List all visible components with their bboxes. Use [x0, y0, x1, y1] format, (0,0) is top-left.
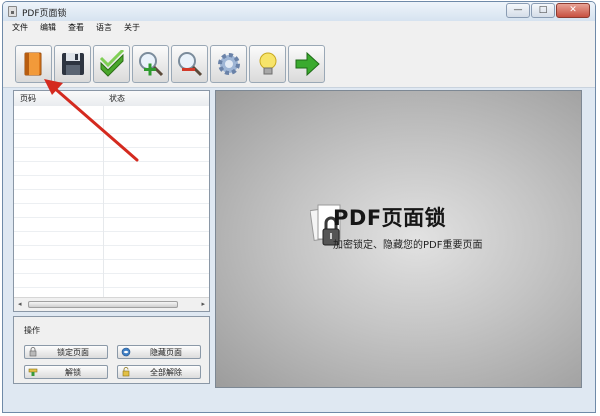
column-page-number[interactable]: 页码: [20, 93, 36, 104]
zoom-out-button[interactable]: [171, 45, 208, 83]
open-icon: [24, 52, 42, 76]
next-arrow-icon: [295, 51, 320, 77]
open-button[interactable]: [15, 45, 52, 83]
zoom-in-icon: [139, 52, 164, 77]
tips-button[interactable]: [249, 45, 286, 83]
horizontal-scrollbar[interactable]: ◂ ▸: [14, 297, 209, 311]
app-lock-icon: [8, 6, 17, 17]
minimize-button[interactable]: —: [506, 3, 530, 18]
hide-page-button[interactable]: 隐藏页面: [117, 345, 201, 359]
column-status[interactable]: 状态: [109, 93, 125, 104]
title-bar[interactable]: PDF页面锁 — □ ✕: [3, 2, 595, 21]
operations-title: 操作: [24, 326, 40, 335]
scroll-thumb[interactable]: [28, 301, 178, 308]
product-title: PDF页面锁: [333, 206, 447, 230]
save-button[interactable]: [54, 45, 91, 83]
next-button[interactable]: [288, 45, 325, 83]
unlock-all-label: 全部解除: [150, 368, 182, 377]
save-icon: [62, 53, 84, 75]
settings-button[interactable]: [210, 45, 247, 83]
close-button[interactable]: ✕: [556, 3, 590, 18]
menu-about[interactable]: 关于: [124, 21, 140, 35]
unlock-label: 解锁: [65, 368, 81, 377]
lock-page-label: 锁定页面: [57, 348, 89, 357]
settings-gear-icon: [218, 53, 240, 75]
maximize-button[interactable]: □: [531, 3, 555, 18]
unlock-all-icon: [122, 367, 130, 377]
document-viewer[interactable]: PDF页面锁 加密锁定、隐藏您的PDF重要页面: [215, 90, 582, 388]
menu-language[interactable]: 语言: [96, 21, 112, 35]
unlock-all-button[interactable]: 全部解除: [117, 365, 201, 379]
scroll-right-icon[interactable]: ▸: [201, 300, 205, 308]
page-list-panel: 页码 状态 ◂ ▸: [13, 90, 210, 312]
product-tagline: 加密锁定、隐藏您的PDF重要页面: [333, 240, 483, 251]
window-title: PDF页面锁: [22, 9, 67, 19]
menu-view[interactable]: 查看: [68, 21, 84, 35]
hide-icon: [121, 347, 131, 357]
page-list-rows[interactable]: [14, 106, 209, 297]
menu-file[interactable]: 文件: [12, 21, 28, 35]
zoom-out-icon: [178, 52, 203, 77]
app-window: PDF页面锁 — □ ✕ 文件 编辑 查看 语言 关于 页码 状态 ◂ ▸ 操作…: [2, 1, 596, 413]
unlock-icon: [28, 368, 38, 376]
tips-bulb-icon: [259, 52, 277, 75]
hide-page-label: 隐藏页面: [150, 348, 182, 357]
unlock-button[interactable]: 解锁: [24, 365, 108, 379]
lock-pages-button[interactable]: [93, 45, 130, 83]
lock-check-icon: [99, 50, 125, 77]
toolbar: [3, 35, 595, 88]
operations-group: 操作 锁定页面 隐藏页面 解锁 全部解除: [13, 316, 210, 384]
zoom-in-button[interactable]: [132, 45, 169, 83]
menu-edit[interactable]: 编辑: [40, 21, 56, 35]
lock-icon: [29, 347, 37, 357]
lock-page-button[interactable]: 锁定页面: [24, 345, 108, 359]
page-list-header: 页码 状态: [14, 91, 209, 107]
menu-bar: 文件 编辑 查看 语言 关于: [3, 21, 595, 35]
scroll-left-icon[interactable]: ◂: [18, 300, 22, 308]
